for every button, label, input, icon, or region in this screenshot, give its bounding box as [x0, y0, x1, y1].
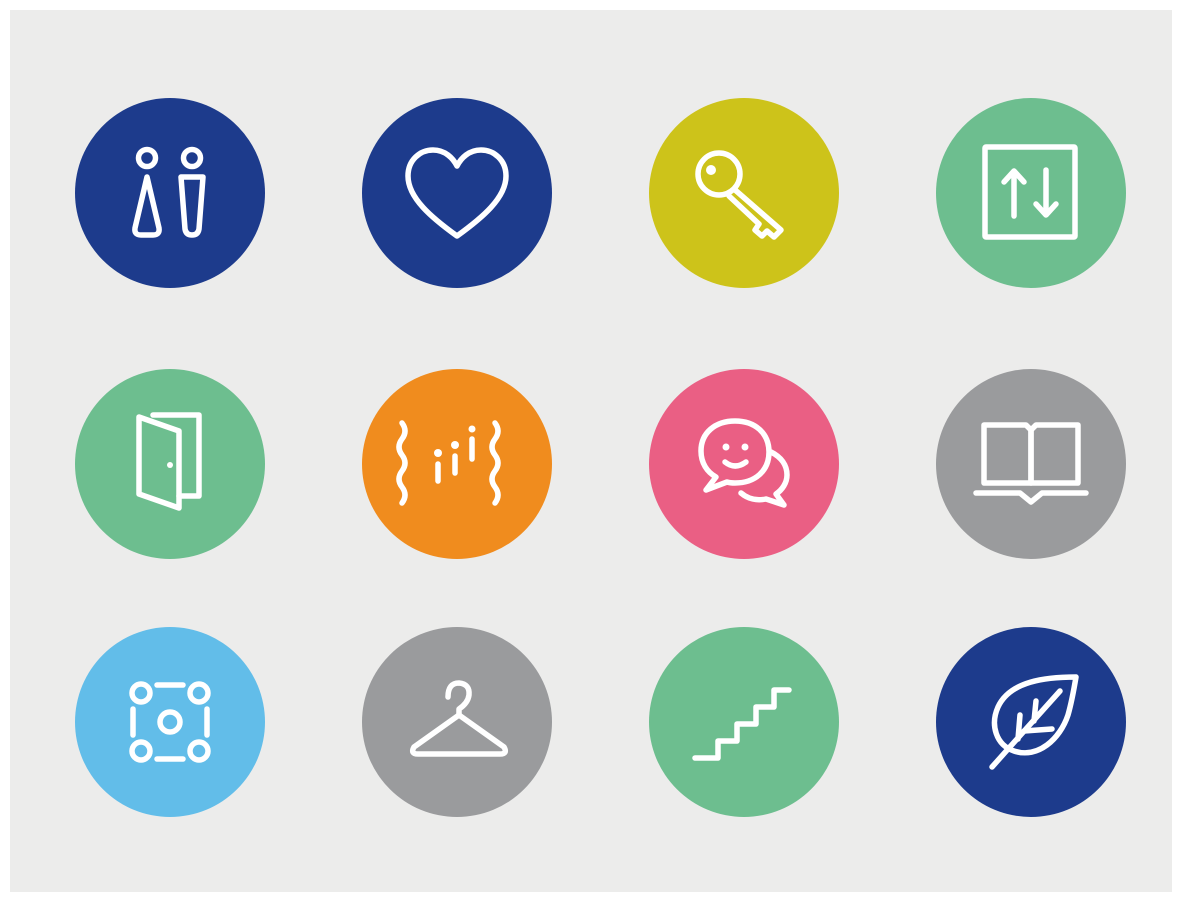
- group-circle-icon: [75, 627, 265, 817]
- key-icon: [649, 98, 839, 288]
- chat-bubbles-icon: [649, 369, 839, 559]
- hanger-icon: [362, 627, 552, 817]
- restroom-icon: [75, 98, 265, 288]
- leaf-icon: [936, 627, 1126, 817]
- book-icon: [936, 369, 1126, 559]
- stairs-icon: [649, 627, 839, 817]
- elevator-icon: [936, 98, 1126, 288]
- hall-people-icon: [362, 369, 552, 559]
- heart-icon: [362, 98, 552, 288]
- door-icon: [75, 369, 265, 559]
